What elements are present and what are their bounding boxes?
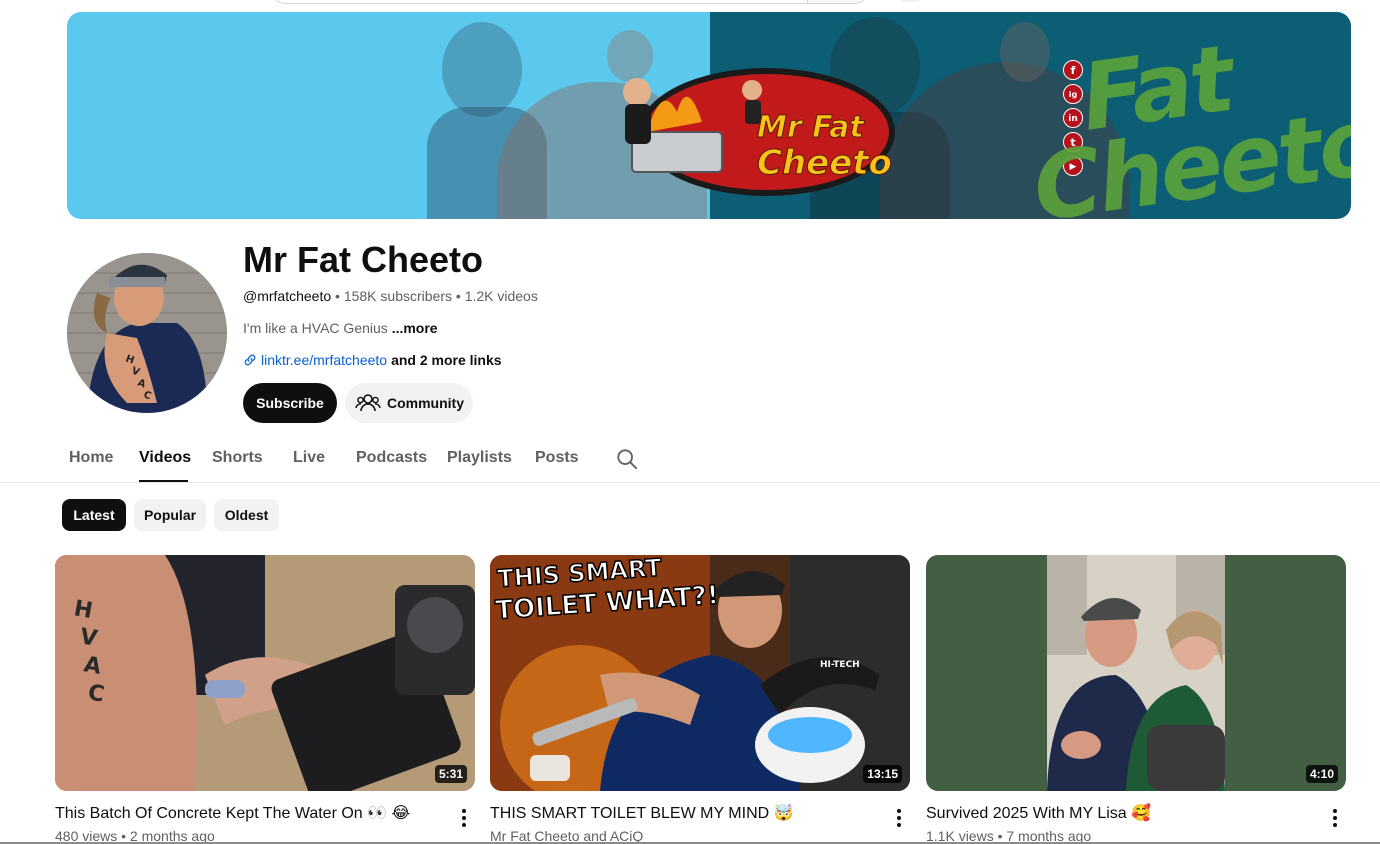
more-vert-icon[interactable] [890,807,908,829]
more-vert-icon[interactable] [1326,807,1344,829]
tab-live[interactable]: Live [293,448,325,468]
description-more-link[interactable]: ...more [392,320,438,336]
community-label: Community [387,395,464,411]
video-thumbnail[interactable]: H V A C 5:31 [55,555,475,791]
chip-popular[interactable]: Popular [134,499,206,531]
video-duration: 13:15 [863,765,902,783]
video-title[interactable]: This Batch Of Concrete Kept The Water On… [55,803,435,825]
search-button-remnant[interactable] [807,0,869,3]
banner-logo-line2: Cheeto [757,143,892,183]
video-thumbnail[interactable]: 4:10 [926,555,1346,791]
chip-oldest[interactable]: Oldest [214,499,279,531]
channel-links: linktr.ee/mrfatcheeto and 2 more links [243,351,502,369]
video-thumbnail[interactable]: HI-TECH THIS SMART TOILET WHAT?! 13:15 [490,555,910,791]
video-card[interactable]: 4:10 Survived 2025 With MY Lisa 🥰 1.1K v… [926,555,1346,844]
chip-latest[interactable]: Latest [62,499,126,531]
subscribe-button[interactable]: Subscribe [243,383,337,423]
more-vert-icon[interactable] [455,807,473,829]
tab-playlists[interactable]: Playlists [447,448,512,468]
channel-name: Mr Fat Cheeto [243,239,484,280]
tab-shorts[interactable]: Shorts [212,448,263,468]
video-count: 1.2K videos [464,288,538,304]
meta-separator: • [335,288,340,304]
thumbnail-image: H V A C [55,555,475,791]
avatar-image: H V A C [67,253,227,413]
channel-description[interactable]: I'm like a HVAC Genius ...more [243,319,438,337]
video-title[interactable]: THIS SMART TOILET BLEW MY MIND 🤯 [490,803,870,825]
video-title[interactable]: Survived 2025 With MY Lisa 🥰 [926,803,1306,825]
search-icon[interactable] [616,448,638,470]
banner-caricature-head [442,22,522,117]
people-icon [355,394,381,412]
video-duration: 4:10 [1305,765,1338,783]
description-text: I'm like a HVAC Genius [243,320,388,336]
subscriber-count: 158K subscribers [343,288,452,304]
active-tab-indicator [139,480,188,482]
toilet-brand-text: HI-TECH [820,660,860,670]
channel-tabs: Home Videos Shorts Live Podcasts Playlis… [0,440,1380,483]
channel-avatar[interactable]: H V A C [67,253,227,413]
channel-meta: @mrfatcheeto • 158K subscribers • 1.2K v… [243,287,538,305]
channel-banner: Mr Fat Cheeto f ig in t ▶ Fat Cheeto [67,12,1351,219]
more-links-button[interactable]: and 2 more links [391,351,501,369]
search-box-remnant[interactable] [270,0,870,4]
banner-logo-line1: Mr Fat [757,110,865,145]
channel-handle: @mrfatcheeto [243,288,332,304]
video-duration: 5:31 [434,765,467,783]
thumbnail-image [926,555,1346,791]
community-button[interactable]: Community [345,383,473,423]
video-card[interactable]: H V A C 5:31 This Batch Of Concrete Kept… [55,555,475,844]
tab-podcasts[interactable]: Podcasts [356,448,427,468]
link-icon [244,354,256,366]
tab-home[interactable]: Home [69,448,113,468]
tab-posts[interactable]: Posts [535,448,579,468]
video-card[interactable]: HI-TECH THIS SMART TOILET WHAT?! 13:15 T… [490,555,910,844]
banner-logo: Mr Fat Cheeto [623,68,895,196]
banner-word-line2: Cheeto [1026,87,1351,219]
channel-link-url[interactable]: linktr.ee/mrfatcheeto [261,351,387,369]
top-bar-remnant [900,0,920,2]
meta-separator: • [455,288,461,304]
thumbnail-image: HI-TECH THIS SMART TOILET WHAT?! [490,555,910,791]
tab-videos[interactable]: Videos [139,448,191,468]
